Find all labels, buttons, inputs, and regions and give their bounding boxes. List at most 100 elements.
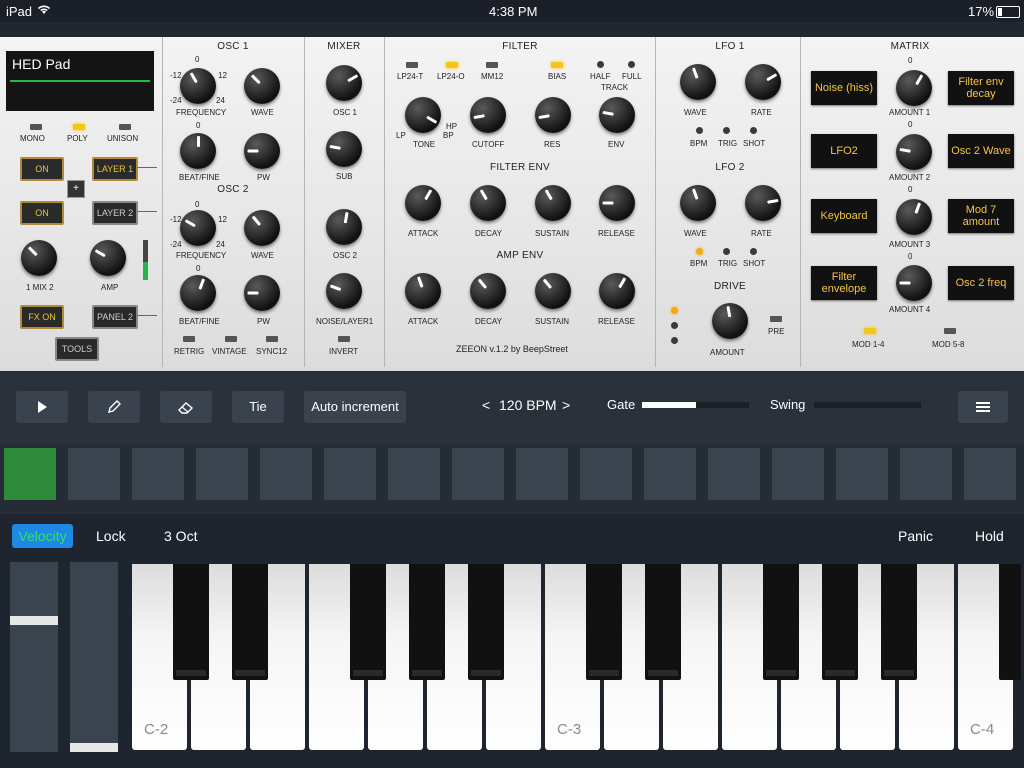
matrix-source-4[interactable]: Filter envelope [811, 266, 877, 300]
sequencer-step[interactable] [900, 448, 952, 500]
drive-curve1-led[interactable] [671, 307, 678, 314]
osc1-frequency-knob[interactable] [180, 68, 216, 104]
matrix-dest-4[interactable]: Osc 2 freq [948, 266, 1014, 300]
aenv-release-knob[interactable] [599, 273, 635, 309]
matrix-dest-1[interactable]: Filter env decay [948, 71, 1014, 105]
drive-amount-knob[interactable] [712, 303, 748, 339]
fenv-decay-knob[interactable] [470, 185, 506, 221]
sequencer-step[interactable] [324, 448, 376, 500]
lfo1-shot-led[interactable] [750, 127, 757, 134]
sequencer-step[interactable] [452, 448, 504, 500]
aenv-attack-knob[interactable] [405, 273, 441, 309]
filter-res-knob[interactable] [535, 97, 571, 133]
lfo1-wave-knob[interactable] [680, 64, 716, 100]
lfo2-shot-led[interactable] [750, 248, 757, 255]
sequencer-step[interactable] [516, 448, 568, 500]
matrix-amount3-knob[interactable] [896, 199, 932, 235]
sequencer-step[interactable] [196, 448, 248, 500]
filter-env-knob[interactable] [599, 97, 635, 133]
panel2-button[interactable]: PANEL 2 [92, 305, 138, 329]
sync-led[interactable] [266, 336, 278, 342]
layer1-on-button[interactable]: ON [20, 157, 64, 181]
matrix-amount4-knob[interactable] [896, 265, 932, 301]
aenv-decay-knob[interactable] [470, 273, 506, 309]
tie-button[interactable]: Tie [232, 391, 284, 423]
mixer-noise-knob[interactable] [326, 273, 362, 309]
piano-black-key[interactable] [232, 564, 268, 680]
sequencer-step[interactable] [132, 448, 184, 500]
lp24t-led[interactable] [406, 62, 418, 68]
bpm-display[interactable]: 120 BPM [499, 397, 557, 413]
lfo1-bpm-led[interactable] [696, 127, 703, 134]
drive-curve2-led[interactable] [671, 322, 678, 329]
gate-slider[interactable] [642, 402, 749, 408]
osc1-wave-knob[interactable] [244, 68, 280, 104]
sequencer-step[interactable] [260, 448, 312, 500]
mono-led[interactable] [30, 124, 42, 130]
mixer-osc2-knob[interactable] [326, 209, 362, 245]
fenv-attack-knob[interactable] [405, 185, 441, 221]
piano-black-key[interactable] [468, 564, 504, 680]
full-track-led[interactable] [628, 61, 635, 68]
lfo2-trig-led[interactable] [723, 248, 730, 255]
sequencer-step[interactable] [644, 448, 696, 500]
aenv-sustain-knob[interactable] [535, 273, 571, 309]
filter-tone-knob[interactable] [405, 97, 441, 133]
lfo1-trig-led[interactable] [723, 127, 730, 134]
layer2-on-button[interactable]: ON [20, 201, 64, 225]
pencil-button[interactable] [88, 391, 140, 423]
lfo1-rate-knob[interactable] [745, 64, 781, 100]
matrix-amount1-knob[interactable] [896, 70, 932, 106]
mm12-led[interactable] [486, 62, 498, 68]
osc1-pw-knob[interactable] [244, 133, 280, 169]
mod14-led[interactable] [864, 328, 876, 334]
unison-led[interactable] [119, 124, 131, 130]
fenv-release-knob[interactable] [599, 185, 635, 221]
sequencer-step[interactable] [964, 448, 1016, 500]
piano-black-key[interactable] [173, 564, 209, 680]
lfo2-bpm-led[interactable] [696, 248, 703, 255]
sequencer-step[interactable] [836, 448, 888, 500]
osc2-beatfine-knob[interactable] [180, 275, 216, 311]
layer1-button[interactable]: LAYER 1 [92, 157, 138, 181]
sequencer-step[interactable] [772, 448, 824, 500]
add-layer-button[interactable]: + [67, 180, 85, 198]
tools-button[interactable]: TOOLS [55, 337, 99, 361]
fx-on-button[interactable]: FX ON [20, 305, 64, 329]
invert-led[interactable] [338, 336, 350, 342]
eraser-button[interactable] [160, 391, 212, 423]
bpm-prev-button[interactable]: < [482, 397, 490, 413]
osc1-beatfine-knob[interactable] [180, 133, 216, 169]
pre-led[interactable] [770, 316, 782, 322]
osc2-pw-knob[interactable] [244, 275, 280, 311]
sequencer-step[interactable] [388, 448, 440, 500]
mixer-sub-knob[interactable] [326, 131, 362, 167]
patch-display[interactable]: HED Pad [6, 51, 154, 111]
matrix-source-1[interactable]: Noise (hiss) [811, 71, 877, 105]
sequencer-step[interactable] [4, 448, 56, 500]
piano-black-key[interactable] [763, 564, 799, 680]
piano-black-key[interactable] [586, 564, 622, 680]
play-button[interactable] [16, 391, 68, 423]
piano-black-key[interactable] [350, 564, 386, 680]
piano-black-key[interactable] [822, 564, 858, 680]
half-track-led[interactable] [597, 61, 604, 68]
bpm-next-button[interactable]: > [562, 397, 570, 413]
poly-led[interactable] [73, 124, 85, 130]
matrix-amount2-knob[interactable] [896, 134, 932, 170]
auto-increment-button[interactable]: Auto increment [304, 391, 406, 423]
lfo2-wave-knob[interactable] [680, 185, 716, 221]
matrix-dest-3[interactable]: Mod 7 amount [948, 199, 1014, 233]
sequencer-step[interactable] [68, 448, 120, 500]
bias-led[interactable] [551, 62, 563, 68]
menu-button[interactable] [958, 391, 1008, 423]
retrig-led[interactable] [183, 336, 195, 342]
mod58-led[interactable] [944, 328, 956, 334]
vintage-led[interactable] [225, 336, 237, 342]
matrix-source-2[interactable]: LFO2 [811, 134, 877, 168]
lp24o-led[interactable] [446, 62, 458, 68]
sequencer-step[interactable] [580, 448, 632, 500]
fenv-sustain-knob[interactable] [535, 185, 571, 221]
osc2-frequency-knob[interactable] [180, 210, 216, 246]
piano-black-key[interactable] [881, 564, 917, 680]
